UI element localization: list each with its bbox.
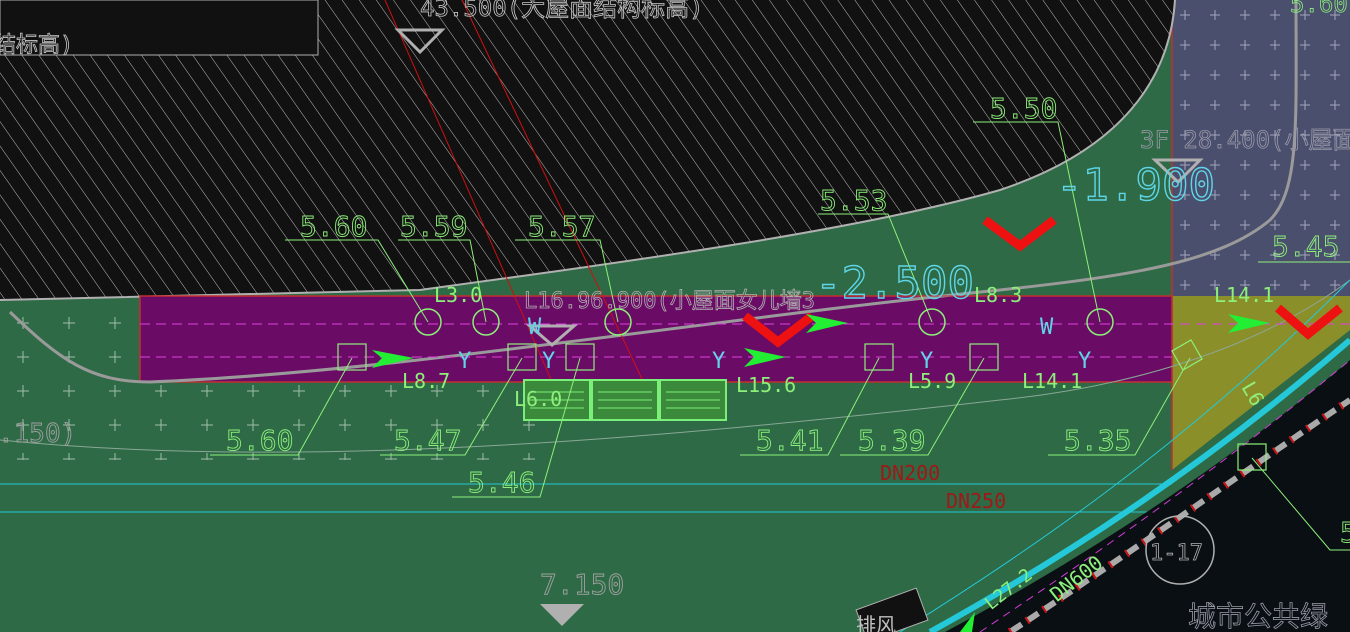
pipe-type-y: Y <box>542 349 555 374</box>
elev-label: 5.39 <box>858 424 925 457</box>
elev-label: 5.41 <box>756 424 823 457</box>
pipe-type-y: Y <box>1078 349 1091 374</box>
elev-label: 5.47 <box>394 424 461 457</box>
pipe-type-w: W <box>1040 315 1054 340</box>
pipe-type-y: Y <box>920 349 933 374</box>
elev-label: 5.59 <box>400 210 467 243</box>
pipe-type-y: Y <box>458 349 471 374</box>
pipe-number-label: 1-17 <box>1150 541 1203 566</box>
elev-label: 5.50 <box>990 92 1057 125</box>
elev-label: .150) <box>0 419 76 449</box>
strip-roof-label: L16.96.900(小屋面女儿墙3 <box>524 289 815 314</box>
pipe-length-label: L8.3 <box>974 283 1022 307</box>
elev-label: 5.57 <box>528 210 595 243</box>
pipe-length-label: L14.1 <box>1022 369 1082 393</box>
pipe-length-label: L15.6 <box>736 373 796 397</box>
elev-label: 5.60 <box>300 210 367 243</box>
pipe-length-label: L3.0 <box>434 283 482 307</box>
elev-label: 5 <box>1340 516 1350 549</box>
level-lower: -1.900 <box>1056 160 1215 211</box>
elev-label: 5.60 <box>226 424 293 457</box>
pipe-type-y: Y <box>712 349 725 374</box>
elev-label: 5.46 <box>468 466 535 499</box>
exhaust-label: 排风 <box>856 613 896 632</box>
roof-left-label: 结标高) <box>0 33 73 58</box>
elev-label: 5.45 <box>1272 230 1339 263</box>
area-label-city-green: 城市公共绿 <box>1188 600 1328 632</box>
elev-label: 5.35 <box>1064 424 1131 457</box>
roof-main-label: 43.500(大屋面结构标高) <box>420 0 704 22</box>
pipe-size-label: DN200 <box>880 461 940 485</box>
roof-small-label: 3F 28.400(小屋面结 <box>1140 126 1350 154</box>
elev-label: 5.53 <box>820 184 887 217</box>
pipe-length-label: L6.0 <box>514 387 562 411</box>
level-strip: -2.500 <box>815 258 974 309</box>
top-right-number: 5.60 <box>1290 0 1348 18</box>
cad-drawing: 43.500(大屋面结构标高) 结标高) 5.60 3F 28.400(小屋面结… <box>0 0 1350 632</box>
pipe-length-label: L14.1 <box>1214 283 1274 307</box>
elev-label: 7.150 <box>540 568 624 601</box>
pipe-size-label: DN250 <box>946 489 1006 513</box>
cad-canvas: 43.500(大屋面结构标高) 结标高) 5.60 3F 28.400(小屋面结… <box>0 0 1350 632</box>
pipe-type-w: W <box>528 315 542 340</box>
pipe-length-label: L8.7 <box>402 369 450 393</box>
